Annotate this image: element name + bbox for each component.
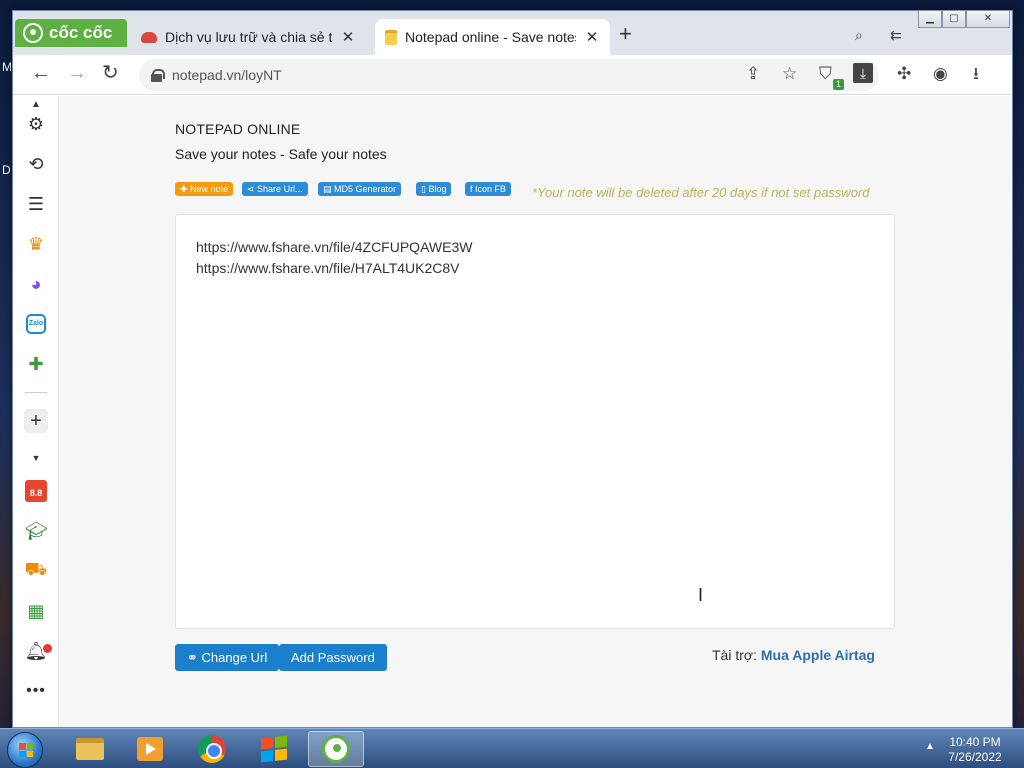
- file-explorer-icon[interactable]: [62, 731, 118, 767]
- gamepad-icon[interactable]: ✚: [24, 352, 48, 376]
- icon-fb-label: Icon FB: [475, 184, 507, 194]
- zalo-icon[interactable]: Zalo: [24, 312, 48, 336]
- extension-badge: 1: [833, 79, 844, 90]
- puzzle-icon[interactable]: ✣: [897, 64, 911, 84]
- back-sidebar-icon[interactable]: ⇇: [890, 27, 902, 44]
- settings-icon[interactable]: ⚙: [24, 112, 48, 136]
- windows-logo-icon[interactable]: [246, 731, 302, 767]
- close-icon[interactable]: ✕: [340, 28, 356, 46]
- sponsor-label: Tài trợ:: [712, 647, 757, 663]
- blog-button[interactable]: ▯ Blog: [416, 182, 452, 196]
- shield-icon[interactable]: ⛉: [819, 64, 832, 84]
- share-url-button[interactable]: ⋖ Share Url...: [242, 182, 308, 196]
- change-url-label: Change Url: [201, 650, 268, 665]
- download-extension-icon[interactable]: ⤓: [853, 63, 873, 83]
- scroll-up-icon[interactable]: ▲: [24, 98, 48, 110]
- clock[interactable]: 10:40 PM 7/26/2022: [940, 735, 1010, 765]
- profile-icon[interactable]: ◉: [933, 64, 948, 84]
- tab-fshare[interactable]: Dịch vụ lưu trữ và chia sẻ trực ✕: [131, 19, 366, 55]
- window-controls: ▁ ▢ ✕: [918, 10, 1010, 28]
- taskbar: ▲ 10:40 PM 7/26/2022: [0, 728, 1024, 768]
- notification-dot: [43, 644, 52, 653]
- sponsor-link[interactable]: Mua Apple Airtag: [761, 647, 875, 663]
- note-line: https://www.fshare.vn/file/H7ALT4UK2C8V: [196, 260, 460, 276]
- list-icon[interactable]: ☰: [24, 192, 48, 216]
- icon-fb-button[interactable]: f Icon FB: [465, 182, 512, 196]
- chrome-icon[interactable]: [184, 731, 240, 767]
- clock-time: 10:40 PM: [949, 735, 1001, 749]
- coccoc-logo-icon: [23, 23, 43, 43]
- share-url-label: Share Url...: [257, 184, 303, 194]
- sponsor-text: Tài trợ: Mua Apple Airtag: [712, 647, 875, 663]
- blog-label: Blog: [428, 184, 447, 194]
- shopping-icon[interactable]: ⛟: [24, 559, 48, 583]
- tab-notepad[interactable]: Notepad online - Save notes ✕: [375, 19, 610, 55]
- sale-label: 8.8: [25, 480, 47, 502]
- tab-title: Dịch vụ lưu trữ và chia sẻ trực: [165, 29, 332, 45]
- star-icon[interactable]: ☆: [782, 64, 797, 84]
- graduation-icon[interactable]: 🎓︎: [24, 519, 48, 543]
- new-tab-button[interactable]: +: [619, 23, 632, 45]
- coccoc-menu-button[interactable]: cốc cốc: [15, 19, 127, 47]
- spreadsheet-icon[interactable]: ▦: [24, 599, 48, 623]
- page-title: NOTEPAD ONLINE: [175, 121, 301, 137]
- cloud-icon: [141, 31, 157, 43]
- expand-icon[interactable]: ▼: [24, 446, 48, 470]
- new-note-label: New note: [190, 184, 229, 194]
- address-bar[interactable]: notepad.vn/loyNT: [139, 59, 879, 91]
- new-note-button[interactable]: ✚ New note: [175, 182, 234, 196]
- reload-icon[interactable]: ↻: [102, 63, 119, 83]
- forward-arrow-icon[interactable]: →: [67, 63, 87, 83]
- history-icon[interactable]: ⟲: [24, 152, 48, 176]
- add-password-button[interactable]: Add Password: [279, 644, 387, 671]
- minimize-button[interactable]: ▁: [918, 10, 942, 28]
- more-icon[interactable]: •••: [24, 679, 48, 703]
- sale-icon[interactable]: 8.8: [24, 479, 48, 503]
- delete-warning: *Your note will be deleted after 20 days…: [532, 185, 870, 200]
- windows-flag-icon: [19, 743, 33, 757]
- search-tabs-icon[interactable]: ⌕: [855, 27, 863, 44]
- maximize-button[interactable]: ▢: [942, 10, 966, 28]
- notepad-icon: [385, 29, 397, 45]
- media-player-icon[interactable]: [122, 731, 178, 767]
- tab-strip: cốc cốc Dịch vụ lưu trữ và chia sẻ trực …: [13, 10, 1012, 55]
- page-subtitle: Save your notes - Safe your notes: [175, 146, 387, 162]
- back-arrow-icon[interactable]: ←: [31, 63, 51, 83]
- add-icon[interactable]: +: [24, 409, 48, 433]
- coccoc-icon[interactable]: [308, 731, 364, 767]
- desktop-text: D: [2, 163, 11, 177]
- note-line: https://www.fshare.vn/file/4ZCFUPQAWE3W: [196, 239, 473, 255]
- zalo-label: Zalo: [26, 314, 46, 334]
- md5-generator-button[interactable]: ▤ MD5 Generator: [318, 182, 402, 196]
- page-content: NOTEPAD ONLINE Save your notes - Safe yo…: [60, 96, 1012, 727]
- start-button[interactable]: [7, 732, 43, 768]
- note-textarea[interactable]: https://www.fshare.vn/file/4ZCFUPQAWE3W …: [175, 214, 895, 629]
- browser-window: cốc cốc Dịch vụ lưu trữ và chia sẻ trực …: [12, 10, 1013, 728]
- toolbar: ← → ↻ notepad.vn/loyNT ⇪ ☆ ⛉ 1 ⤓ ✣ ◉ ⭳: [13, 55, 1012, 95]
- close-window-button[interactable]: ✕: [966, 10, 1010, 28]
- change-url-button[interactable]: ⚭ Change Url: [175, 644, 280, 671]
- tab-title: Notepad online - Save notes: [405, 29, 576, 45]
- url-text: notepad.vn/loyNT: [172, 67, 282, 83]
- tray-expand-icon[interactable]: ▲: [925, 741, 935, 752]
- messenger-icon[interactable]: ◕: [24, 272, 48, 296]
- sidebar: ▲ ⚙ ⟲ ☰ ♛ ◕ Zalo ✚ + ▼ 8.8 🎓︎ ⛟ ▦ 🔔︎ •••: [13, 96, 59, 727]
- brand-label: cốc cốc: [49, 23, 113, 42]
- text-cursor-icon: I: [698, 585, 704, 605]
- sidebar-divider: [25, 392, 47, 393]
- add-password-label: Add Password: [291, 650, 375, 665]
- download-icon[interactable]: ⭳: [973, 64, 979, 84]
- share-icon[interactable]: ⇪: [746, 64, 760, 84]
- crown-icon[interactable]: ♛: [24, 232, 48, 256]
- close-icon[interactable]: ✕: [584, 28, 600, 46]
- clock-date: 7/26/2022: [948, 750, 1002, 764]
- md5-label: MD5 Generator: [334, 184, 397, 194]
- lock-icon[interactable]: [151, 68, 165, 82]
- desktop-text: M: [2, 60, 12, 74]
